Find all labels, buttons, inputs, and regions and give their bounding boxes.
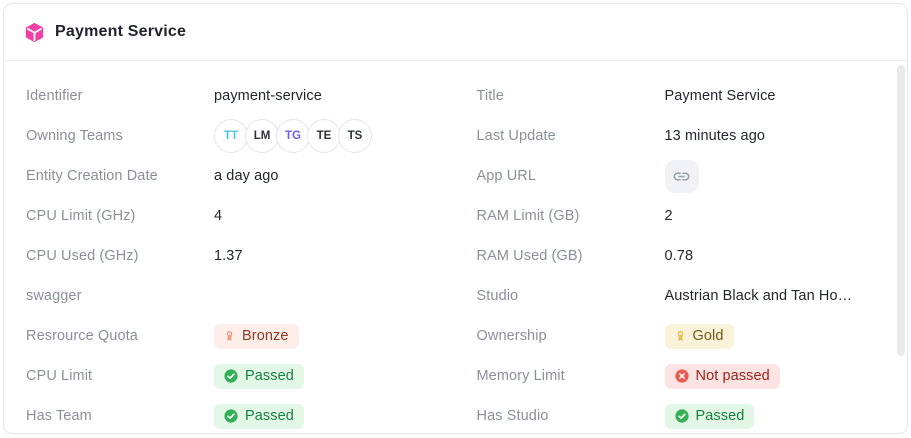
field-label: Owning Teams: [26, 128, 214, 144]
field-label: Title: [477, 88, 665, 104]
field-row-cpu-limit-ghz: CPU Limit (GHz) 4: [26, 196, 452, 236]
field-value: 0.78: [665, 248, 694, 264]
field-label: Last Update: [477, 128, 665, 144]
field-value: a day ago: [214, 168, 279, 184]
field-row-title: Title Payment Service: [477, 76, 878, 116]
field-row-ownership: Ownership Gold: [477, 316, 878, 356]
team-avatar-tt[interactable]: TT: [214, 119, 248, 153]
field-value: Payment Service: [665, 88, 776, 104]
field-label: App URL: [477, 168, 665, 184]
field-row-last-update: Last Update 13 minutes ago: [477, 116, 878, 156]
field-label: Entity Creation Date: [26, 168, 214, 184]
card-header: Payment Service: [4, 4, 907, 61]
field-value: 4: [214, 208, 222, 224]
passed-badge: Passed: [214, 364, 304, 389]
details-column-right: Title Payment Service Last Update 13 min…: [452, 76, 878, 434]
field-label: CPU Limit (GHz): [26, 208, 214, 224]
field-row-owning-teams: Owning Teams TT LM TG TE TS: [26, 116, 452, 156]
field-label: RAM Used (GB): [477, 248, 665, 264]
gold-badge: Gold: [665, 324, 734, 349]
field-label: CPU Limit: [26, 368, 214, 384]
card-body: Identifier payment-service Owning Teams …: [4, 61, 907, 434]
app-url-link[interactable]: [665, 160, 699, 193]
screen: Payment Service Identifier payment-servi…: [0, 0, 911, 438]
field-row-has-studio: Has Studio Passed: [477, 396, 878, 434]
field-row-ram-used-gb: RAM Used (GB) 0.78: [477, 236, 878, 276]
bronze-badge: Bronze: [214, 324, 299, 349]
field-row-entity-creation-date: Entity Creation Date a day ago: [26, 156, 452, 196]
field-row-has-team: Has Team Passed: [26, 396, 452, 434]
field-label: Has Studio: [477, 408, 665, 424]
check-circle-icon: [224, 369, 238, 383]
field-label: Memory Limit: [477, 368, 665, 384]
team-avatar-ts[interactable]: TS: [338, 119, 372, 153]
medal-icon: [224, 330, 235, 343]
vertical-scrollbar[interactable]: [897, 65, 905, 356]
field-label: Resrource Quota: [26, 328, 214, 344]
team-avatar-group: TT LM TG TE TS: [214, 119, 372, 153]
field-row-resource-quota: Resrource Quota Bronze: [26, 316, 452, 356]
link-icon: [672, 167, 691, 186]
field-label: CPU Used (GHz): [26, 248, 214, 264]
field-label: Has Team: [26, 408, 214, 424]
field-label: Ownership: [477, 328, 665, 344]
check-circle-icon: [224, 409, 238, 423]
badge-label: Bronze: [242, 328, 289, 344]
field-value: 13 minutes ago: [665, 128, 766, 144]
x-circle-icon: [675, 369, 689, 383]
field-label: swagger: [26, 288, 214, 304]
field-row-cpu-limit-check: CPU Limit Passed: [26, 356, 452, 396]
team-avatar-tg[interactable]: TG: [276, 119, 310, 153]
badge-label: Passed: [696, 408, 745, 424]
entity-details-card: Payment Service Identifier payment-servi…: [3, 3, 908, 434]
field-row-identifier: Identifier payment-service: [26, 76, 452, 116]
passed-badge: Passed: [214, 404, 304, 429]
details-column-left: Identifier payment-service Owning Teams …: [26, 76, 452, 434]
field-value: 2: [665, 208, 673, 224]
passed-badge: Passed: [665, 404, 755, 429]
team-avatar-lm[interactable]: LM: [245, 119, 279, 153]
badge-label: Passed: [245, 408, 294, 424]
field-value: Austrian Black and Tan Ho…: [665, 288, 853, 304]
not-passed-badge: Not passed: [665, 364, 780, 389]
field-row-swagger: swagger: [26, 276, 452, 316]
field-row-ram-limit-gb: RAM Limit (GB) 2: [477, 196, 878, 236]
page-title: Payment Service: [55, 23, 186, 41]
field-value: payment-service: [214, 88, 322, 104]
field-label: RAM Limit (GB): [477, 208, 665, 224]
medal-icon: [675, 330, 686, 343]
field-label: Identifier: [26, 88, 214, 104]
field-row-cpu-used-ghz: CPU Used (GHz) 1.37: [26, 236, 452, 276]
badge-label: Not passed: [696, 368, 770, 384]
field-value: 1.37: [214, 248, 243, 264]
team-avatar-te[interactable]: TE: [307, 119, 341, 153]
check-circle-icon: [675, 409, 689, 423]
field-row-studio: Studio Austrian Black and Tan Ho…: [477, 276, 878, 316]
field-label: Studio: [477, 288, 665, 304]
microservice-cube-icon: [24, 22, 45, 43]
field-row-memory-limit-check: Memory Limit Not passed: [477, 356, 878, 396]
badge-label: Gold: [693, 328, 724, 344]
badge-label: Passed: [245, 368, 294, 384]
field-row-app-url: App URL: [477, 156, 878, 196]
